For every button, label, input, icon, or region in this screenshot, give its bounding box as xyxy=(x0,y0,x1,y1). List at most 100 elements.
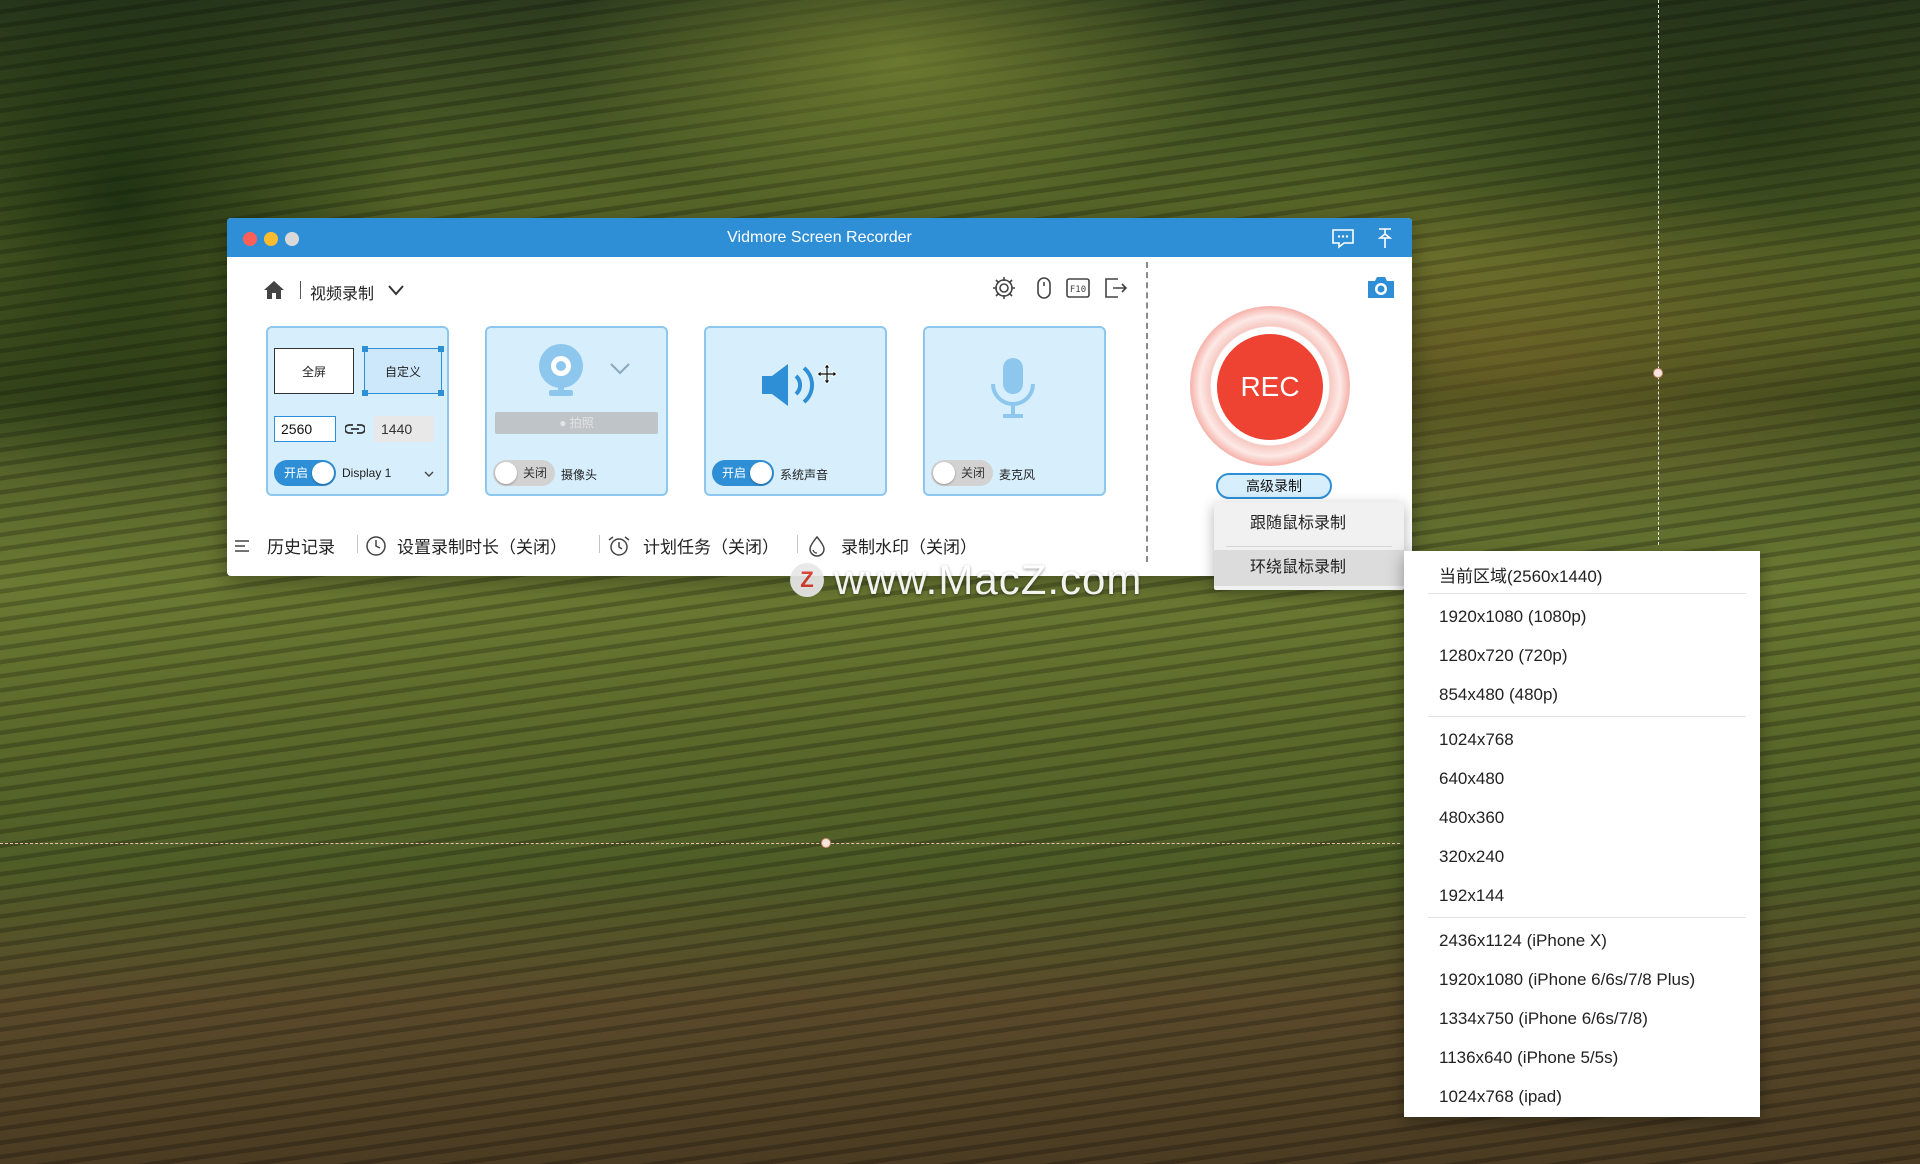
list-icon xyxy=(235,539,249,552)
webcam-icon xyxy=(539,344,583,396)
history-label: 历史记录 xyxy=(267,538,335,557)
microphone-label: 麦克风 xyxy=(999,468,1036,482)
toggle-knob xyxy=(495,462,517,484)
custom-area-label: 自定义 xyxy=(384,364,421,379)
toolbar-separator xyxy=(599,535,600,553)
alarm-clock-icon xyxy=(608,535,630,556)
resolution-option[interactable]: 1920x1080 (1080p) xyxy=(1439,607,1586,627)
resolution-submenu: 当前区域(2560x1440) 1920x1080 (1080p) 1280x7… xyxy=(1404,551,1760,1117)
home-icon[interactable] xyxy=(262,278,286,302)
screenshot-camera-icon[interactable] xyxy=(1365,273,1397,301)
svg-text:F10: F10 xyxy=(1070,285,1086,295)
screen-toggle[interactable]: 开启 xyxy=(274,460,336,486)
schedule-task-button[interactable]: 计划任务（关闭） xyxy=(607,533,779,558)
mode-separator xyxy=(300,281,301,299)
display-select[interactable]: Display 1 xyxy=(342,466,391,480)
custom-area-option[interactable]: 自定义 xyxy=(362,346,444,396)
take-photo-button[interactable]: ● 拍照 xyxy=(495,412,658,434)
resolution-option[interactable]: 2436x1124 (iPhone X) xyxy=(1439,931,1607,951)
chevron-down-icon[interactable] xyxy=(609,362,631,376)
menu-separator xyxy=(1428,716,1746,717)
camera-toggle-label: 关闭 xyxy=(523,466,548,480)
schedule-task-label: 计划任务（关闭） xyxy=(643,538,779,557)
system-sound-panel: 开启 系统声音 xyxy=(704,326,887,496)
toolbar-separator xyxy=(797,535,798,553)
microphone-panel: 关闭 麦克风 xyxy=(923,326,1106,496)
advanced-recording-menu: 跟随鼠标录制 环绕鼠标录制 xyxy=(1214,502,1404,590)
system-sound-toggle-label: 开启 xyxy=(722,466,747,480)
rec-label: REC xyxy=(1240,371,1300,402)
resolution-option[interactable]: 1334x750 (iPhone 6/6s/7/8) xyxy=(1439,1009,1648,1029)
resolution-option[interactable]: 192x144 xyxy=(1439,886,1504,906)
pin-icon[interactable] xyxy=(1372,225,1398,251)
menu-separator xyxy=(1428,917,1746,918)
corner-handle xyxy=(438,390,444,396)
screen-toggle-label: 开启 xyxy=(284,466,309,480)
resolution-option[interactable]: 854x480 (480p) xyxy=(1439,685,1558,705)
menu-item-follow-mouse[interactable]: 跟随鼠标录制 xyxy=(1214,506,1404,542)
resolution-option[interactable]: 1920x1080 (iPhone 6/6s/7/8 Plus) xyxy=(1439,970,1695,990)
resolution-option[interactable]: 1024x768 (ipad) xyxy=(1439,1087,1562,1107)
resolution-option[interactable]: 1024x768 xyxy=(1439,730,1514,750)
screen-panel: 全屏 自定义 2560 1440 开启 Display 1 xyxy=(266,326,449,496)
camera-toggle[interactable]: 关闭 xyxy=(493,460,555,486)
microphone-toggle-label: 关闭 xyxy=(961,466,986,480)
mouse-icon[interactable] xyxy=(1031,275,1057,301)
capture-guide-horizontal xyxy=(0,843,1400,844)
microphone-icon xyxy=(991,358,1035,418)
toggle-knob xyxy=(933,462,955,484)
system-sound-label: 系统声音 xyxy=(780,468,829,482)
width-input[interactable]: 2560 xyxy=(274,416,336,442)
capture-handle-bottom[interactable] xyxy=(821,838,831,848)
advanced-recording-button[interactable]: 高级录制 xyxy=(1216,473,1332,499)
watermark-label: 录制水印（关闭） xyxy=(841,538,977,557)
feedback-icon[interactable] xyxy=(1330,225,1356,251)
system-sound-toggle[interactable]: 开启 xyxy=(712,460,774,486)
gear-icon[interactable] xyxy=(991,275,1017,301)
recording-mode-label[interactable]: 视频录制 xyxy=(310,280,374,304)
panel-divider xyxy=(1146,262,1148,562)
title-bar: Vidmore Screen Recorder xyxy=(227,218,1412,257)
capture-guide-vertical xyxy=(1658,0,1659,545)
toggle-knob xyxy=(750,462,772,484)
corner-handle xyxy=(438,346,444,352)
camera-label: 摄像头 xyxy=(561,468,598,482)
watermark-text: www.MacZ.com xyxy=(834,556,1143,603)
window-title: Vidmore Screen Recorder xyxy=(727,229,912,246)
move-cursor-icon xyxy=(816,363,838,385)
chevron-down-icon[interactable] xyxy=(387,283,405,297)
microphone-toggle[interactable]: 关闭 xyxy=(931,460,993,486)
export-icon[interactable] xyxy=(1102,275,1128,301)
link-ratio-icon[interactable] xyxy=(345,420,365,438)
resolution-option[interactable]: 1136x640 (iPhone 5/5s) xyxy=(1439,1048,1618,1068)
set-duration-label: 设置录制时长（关闭） xyxy=(397,538,567,557)
toggle-knob xyxy=(312,462,334,484)
hotkey-f10-icon[interactable]: F10 xyxy=(1065,275,1091,301)
fullscreen-option[interactable]: 全屏 xyxy=(274,348,354,394)
fullscreen-label: 全屏 xyxy=(301,364,326,379)
chevron-down-icon[interactable] xyxy=(424,470,434,478)
rec-button[interactable]: REC xyxy=(1217,334,1323,440)
mode-row: 视频录制 F10 xyxy=(227,257,1147,317)
water-drop-icon xyxy=(809,535,825,557)
resolution-option[interactable]: 480x360 xyxy=(1439,808,1504,828)
resolution-option[interactable]: 当前区域(2560x1440) xyxy=(1439,562,1602,587)
resolution-option[interactable]: 1280x720 (720p) xyxy=(1439,646,1568,666)
resolution-option[interactable]: 640x480 xyxy=(1439,769,1504,789)
menu-separator xyxy=(1226,546,1392,547)
camera-panel: ● 拍照 关闭 摄像头 xyxy=(485,326,668,496)
take-photo-label: 拍照 xyxy=(569,416,594,430)
resolution-option[interactable]: 320x240 xyxy=(1439,847,1504,867)
height-input[interactable]: 1440 xyxy=(374,416,434,442)
watermark-logo: Z xyxy=(790,563,824,597)
corner-handle xyxy=(362,390,368,396)
site-watermark: Z www.MacZ.com xyxy=(790,556,1142,604)
clock-icon xyxy=(366,535,386,556)
watermark-button[interactable]: 录制水印（关闭） xyxy=(807,533,977,558)
capture-handle-right[interactable] xyxy=(1653,368,1663,378)
corner-handle xyxy=(362,346,368,352)
history-button[interactable]: 历史记录 xyxy=(233,533,335,558)
menu-item-around-mouse[interactable]: 环绕鼠标录制 xyxy=(1214,550,1404,586)
toolbar-separator xyxy=(357,535,358,553)
set-duration-button[interactable]: 设置录制时长（关闭） xyxy=(365,533,567,558)
